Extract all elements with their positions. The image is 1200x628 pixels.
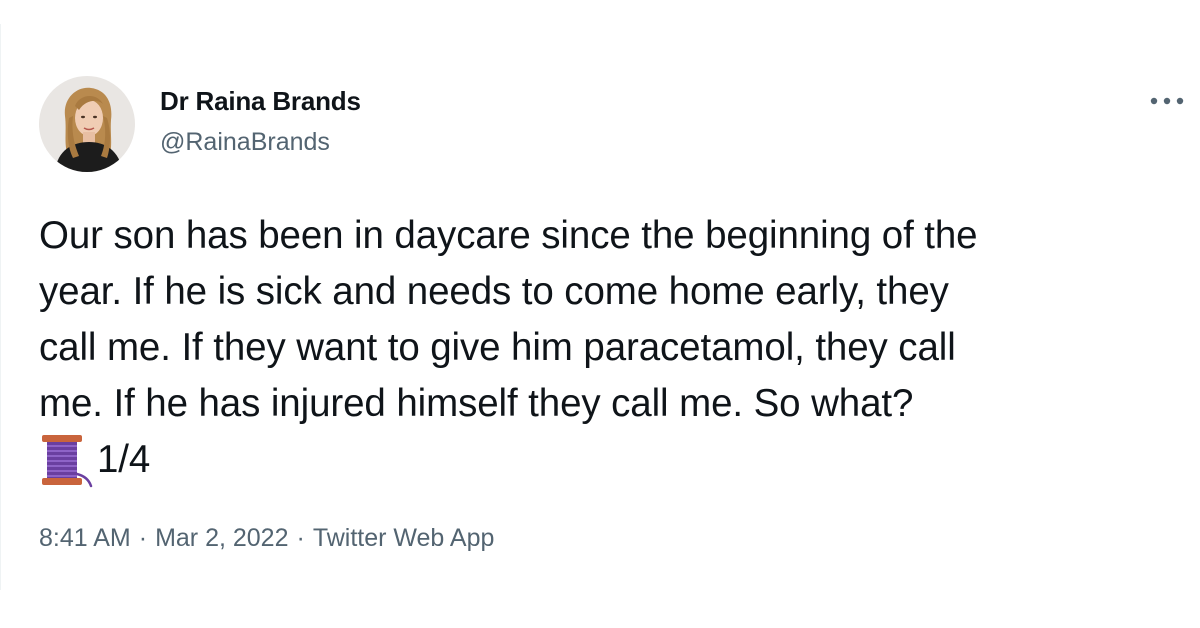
tweet-card: Dr Raina Brands @RainaBrands Our son has… xyxy=(0,24,1200,590)
tweet-date-link[interactable]: Mar 2, 2022 xyxy=(155,524,288,553)
tweet-time-link[interactable]: 8:41 AM xyxy=(39,524,131,553)
author-handle[interactable]: @RainaBrands xyxy=(160,128,330,157)
avatar-portrait xyxy=(39,76,135,172)
more-options-icon xyxy=(1150,97,1184,105)
more-options-button[interactable] xyxy=(1145,86,1189,116)
thread-counter: 1/4 xyxy=(97,438,151,481)
tweet-text-line: me. If he has injured himself they call … xyxy=(39,382,914,425)
author-avatar[interactable] xyxy=(39,76,135,172)
tweet-metadata: 8:41 AM · Mar 2, 2022 · Twitter Web App xyxy=(39,524,494,553)
tweet-source-link[interactable]: Twitter Web App xyxy=(313,524,495,553)
thread-spool-icon xyxy=(39,432,95,488)
thread-indicator: 1/4 xyxy=(39,432,1189,488)
meta-separator: · xyxy=(296,524,305,552)
tweet-text-line: call me. If they want to give him parace… xyxy=(39,326,956,369)
author-name[interactable]: Dr Raina Brands xyxy=(160,86,361,117)
tweet-text-line: year. If he is sick and needs to come ho… xyxy=(39,270,949,313)
meta-separator: · xyxy=(138,524,148,552)
tweet-text-line: Our son has been in daycare since the be… xyxy=(39,214,978,257)
tweet-text: Our son has been in daycare since the be… xyxy=(39,208,1189,488)
